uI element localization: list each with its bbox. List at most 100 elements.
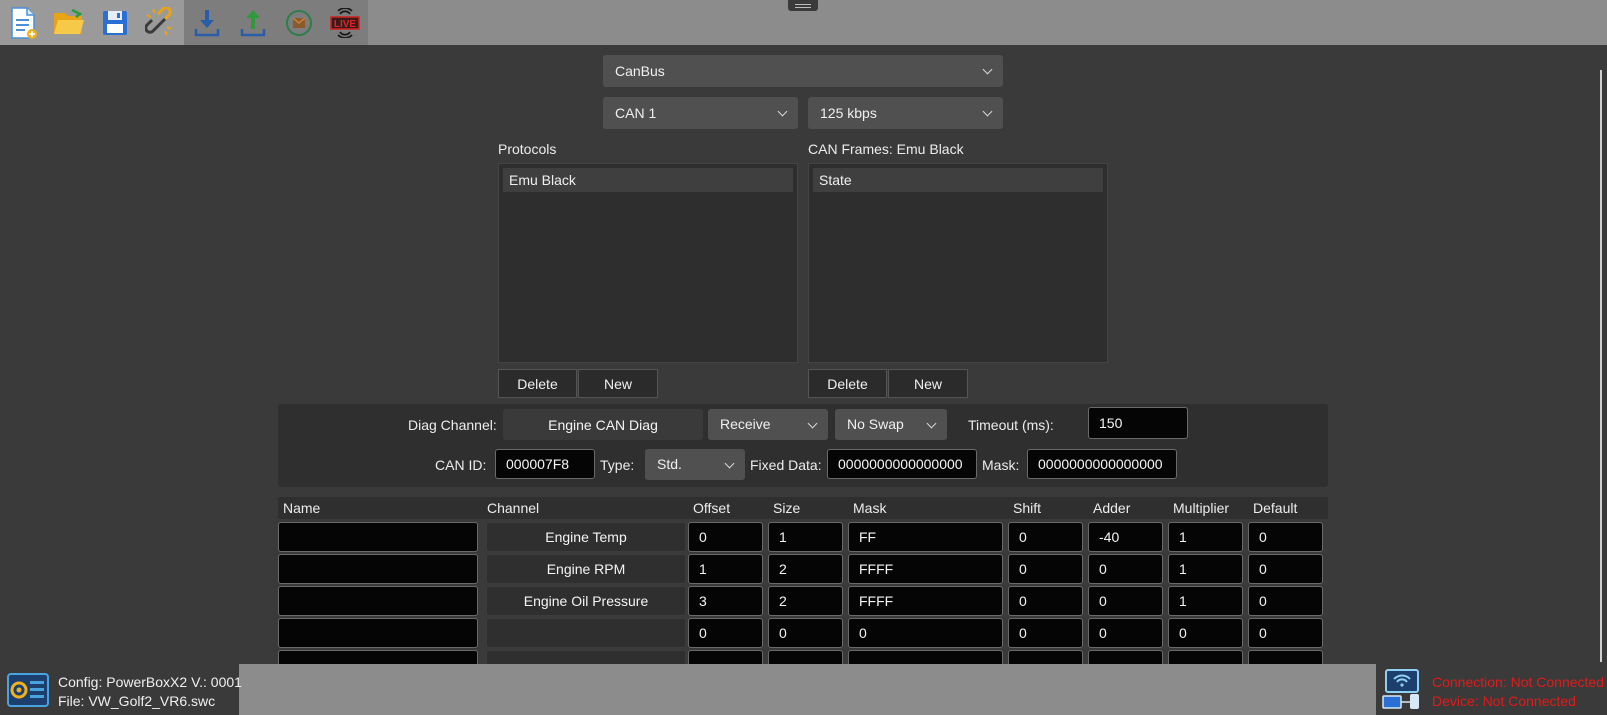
row-offset-input[interactable]: 0: [688, 522, 763, 552]
network-connection-icon: [1382, 669, 1419, 709]
row-channel-button[interactable]: [486, 618, 686, 648]
file-label: File: VW_Golf2_VR6.swc: [58, 693, 216, 709]
timeout-label: Timeout (ms):: [968, 417, 1054, 433]
row-offset-input[interactable]: 0: [688, 618, 763, 648]
toolbar-group: LIVE: [0, 0, 368, 45]
header-mask: Mask: [853, 500, 887, 516]
can-id-input[interactable]: 000007F8: [495, 449, 595, 479]
fixed-data-label: Fixed Data:: [750, 457, 822, 473]
row-mask-input[interactable]: FF: [848, 522, 1003, 552]
row-name-input[interactable]: [278, 618, 478, 648]
protocol-new-button[interactable]: New: [578, 369, 658, 398]
save-file-button[interactable]: [92, 0, 138, 45]
can-channel-select[interactable]: CAN 1: [603, 97, 798, 129]
diag-channel-field[interactable]: Engine CAN Diag: [503, 409, 703, 440]
new-file-button[interactable]: [0, 0, 46, 45]
header-channel: Channel: [487, 500, 540, 516]
can-channel-value: CAN 1: [615, 105, 657, 121]
row-mask-input[interactable]: 0: [848, 618, 1003, 648]
can-speed-value: 125 kbps: [820, 105, 877, 121]
toolbar-drag-handle[interactable]: [788, 0, 818, 11]
diag-channel-label: Diag Channel:: [408, 417, 497, 433]
row-default-input[interactable]: 0: [1248, 522, 1323, 552]
row-multiplier-input[interactable]: 0: [1168, 618, 1243, 648]
record-button[interactable]: [276, 0, 322, 45]
row-name-input[interactable]: [278, 554, 478, 584]
vertical-scrollbar[interactable]: [1600, 70, 1602, 662]
diag-direction-value: Receive: [720, 416, 771, 432]
row-default-input[interactable]: 0: [1248, 618, 1323, 648]
row-channel-button[interactable]: Engine Oil Pressure: [486, 586, 686, 616]
diag-swap-value: No Swap: [847, 416, 904, 432]
open-file-button[interactable]: [46, 0, 92, 45]
row-adder-input[interactable]: 0: [1088, 554, 1163, 584]
type-label: Type:: [600, 457, 635, 473]
row-offset-input[interactable]: 3: [688, 586, 763, 616]
row-name-input[interactable]: [278, 586, 478, 616]
chevron-down-icon: [807, 418, 818, 429]
download-button[interactable]: [184, 0, 230, 45]
config-label: Config: PowerBoxX2 V.: 0001: [58, 674, 242, 690]
row-channel-button[interactable]: Engine RPM: [486, 554, 686, 584]
row-offset-input[interactable]: 1: [688, 554, 763, 584]
row-multiplier-input[interactable]: 1: [1168, 522, 1243, 552]
diag-swap-select[interactable]: No Swap: [835, 409, 947, 440]
protocol-delete-button[interactable]: Delete: [498, 369, 577, 398]
row-default-input[interactable]: 0: [1248, 586, 1323, 616]
row-multiplier-input[interactable]: 1: [1168, 586, 1243, 616]
row-name-input[interactable]: [278, 522, 478, 552]
connect-button[interactable]: [138, 0, 184, 45]
connection-status-text: Connection: Not Connected: [1432, 674, 1604, 690]
chevron-down-icon: [982, 106, 993, 117]
timeout-input[interactable]: 150: [1088, 407, 1188, 439]
row-adder-input[interactable]: 0: [1088, 586, 1163, 616]
row-size-input[interactable]: 1: [768, 522, 843, 552]
row-multiplier-input[interactable]: 1: [1168, 554, 1243, 584]
row-mask-input[interactable]: FFFF: [848, 586, 1003, 616]
can-id-label: CAN ID:: [435, 457, 487, 473]
header-size: Size: [773, 500, 801, 516]
live-button[interactable]: LIVE: [322, 0, 368, 45]
frame-delete-button[interactable]: Delete: [808, 369, 887, 398]
protocol-item[interactable]: Emu Black: [503, 168, 793, 192]
fixed-data-input[interactable]: 0000000000000000: [827, 449, 977, 479]
row-size-input[interactable]: 0: [768, 618, 843, 648]
record-icon: [286, 9, 312, 36]
folder-open-icon: [54, 8, 84, 34]
row-shift-input[interactable]: 0: [1008, 618, 1083, 648]
live-label: LIVE: [334, 19, 357, 30]
header-adder: Adder: [1093, 500, 1131, 516]
chain-link-icon: [145, 6, 172, 35]
can-speed-select[interactable]: 125 kbps: [808, 97, 1003, 129]
device-config-icon: [7, 673, 49, 707]
status-bar: Config: PowerBoxX2 V.: 0001 File: VW_Gol…: [0, 664, 1607, 715]
header-offset: Offset: [693, 500, 731, 516]
mask-input[interactable]: 0000000000000000: [1027, 449, 1177, 479]
frames-title: CAN Frames: Emu Black: [808, 141, 964, 157]
chevron-down-icon: [777, 106, 788, 117]
floppy-disk-icon: [103, 10, 127, 35]
row-adder-input[interactable]: 0: [1088, 618, 1163, 648]
row-shift-input[interactable]: 0: [1008, 522, 1083, 552]
frame-type-select[interactable]: Std.: [645, 449, 745, 480]
header-name: Name: [283, 500, 321, 516]
frame-item[interactable]: State: [813, 168, 1103, 192]
row-shift-input[interactable]: 0: [1008, 586, 1083, 616]
bus-type-value: CanBus: [615, 63, 665, 79]
diag-direction-select[interactable]: Receive: [708, 409, 828, 440]
row-size-input[interactable]: 2: [768, 586, 843, 616]
frame-new-button[interactable]: New: [888, 369, 968, 398]
row-adder-input[interactable]: -40: [1088, 522, 1163, 552]
row-mask-input[interactable]: FFFF: [848, 554, 1003, 584]
bus-type-select[interactable]: CanBus: [603, 55, 1003, 87]
protocols-list[interactable]: Emu Black: [498, 163, 798, 363]
row-size-input[interactable]: 2: [768, 554, 843, 584]
row-channel-button[interactable]: Engine Temp: [486, 522, 686, 552]
upload-button[interactable]: [230, 0, 276, 45]
row-shift-input[interactable]: 0: [1008, 554, 1083, 584]
frames-list[interactable]: State: [808, 163, 1108, 363]
device-status-text: Device: Not Connected: [1432, 693, 1576, 709]
row-default-input[interactable]: 0: [1248, 554, 1323, 584]
header-multiplier: Multiplier: [1173, 500, 1230, 516]
live-broadcast-icon: LIVE: [330, 7, 360, 38]
